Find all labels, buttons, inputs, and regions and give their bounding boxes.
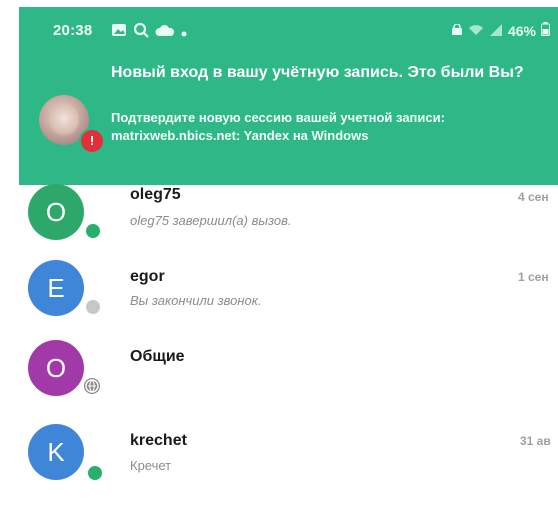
dot-icon	[181, 24, 187, 42]
chat-preview: oleg75 завершил(а) вызов.	[130, 213, 292, 228]
notification-title: Новый вход в вашу учётную запись. Это бы…	[111, 64, 524, 81]
chat-name: oleg75	[130, 186, 181, 203]
status-icons-right: 46%	[451, 22, 550, 39]
online-status-icon	[86, 464, 104, 482]
chat-date: 31 ав	[520, 434, 551, 448]
status-icons-left	[111, 22, 187, 43]
lock-icon	[451, 22, 463, 39]
screen: 20:38 46% ! Новый вход в вашу учётную за…	[0, 0, 558, 509]
chat-preview: Кречет	[130, 458, 172, 473]
status-time: 20:38	[53, 22, 93, 39]
chat-name: egor	[130, 268, 165, 285]
avatar: O	[28, 340, 84, 396]
chat-preview: Вы закончили звонок.	[130, 293, 262, 308]
cloud-icon	[155, 24, 175, 42]
login-notification[interactable]: 20:38 46% ! Новый вход в вашу учётную за…	[19, 7, 558, 185]
top-border	[0, 0, 558, 7]
avatar: E	[28, 260, 84, 316]
chat-date: 4 сен	[518, 190, 549, 204]
wifi-icon	[468, 23, 484, 39]
warning-badge-icon: !	[79, 128, 105, 154]
online-status-icon	[84, 222, 102, 240]
avatar: O	[28, 184, 84, 240]
chat-name: krechet	[130, 432, 187, 449]
avatar-face	[49, 103, 79, 137]
avatar: K	[28, 424, 84, 480]
signal-icon	[489, 23, 503, 39]
battery-percent: 46%	[507, 22, 536, 39]
offline-status-icon	[84, 298, 102, 316]
search-icon	[133, 22, 149, 43]
chat-item-general[interactable]: O Общие	[0, 338, 558, 408]
image-icon	[111, 23, 127, 42]
status-bar: 20:38 46%	[19, 7, 558, 55]
chat-name: Общие	[130, 348, 185, 365]
chat-date: 1 сен	[518, 270, 549, 284]
chat-item-oleg75[interactable]: O oleg75 oleg75 завершил(а) вызов. 4 сен	[0, 182, 558, 252]
chat-item-egor[interactable]: E egor Вы закончили звонок. 1 сен	[0, 258, 558, 328]
battery-icon	[541, 22, 550, 39]
chat-item-krechet[interactable]: K krechet Кречет 31 ав	[0, 420, 558, 490]
globe-icon	[82, 376, 102, 396]
notification-body: Подтвердите новую сессию вашей учетной з…	[111, 110, 445, 143]
